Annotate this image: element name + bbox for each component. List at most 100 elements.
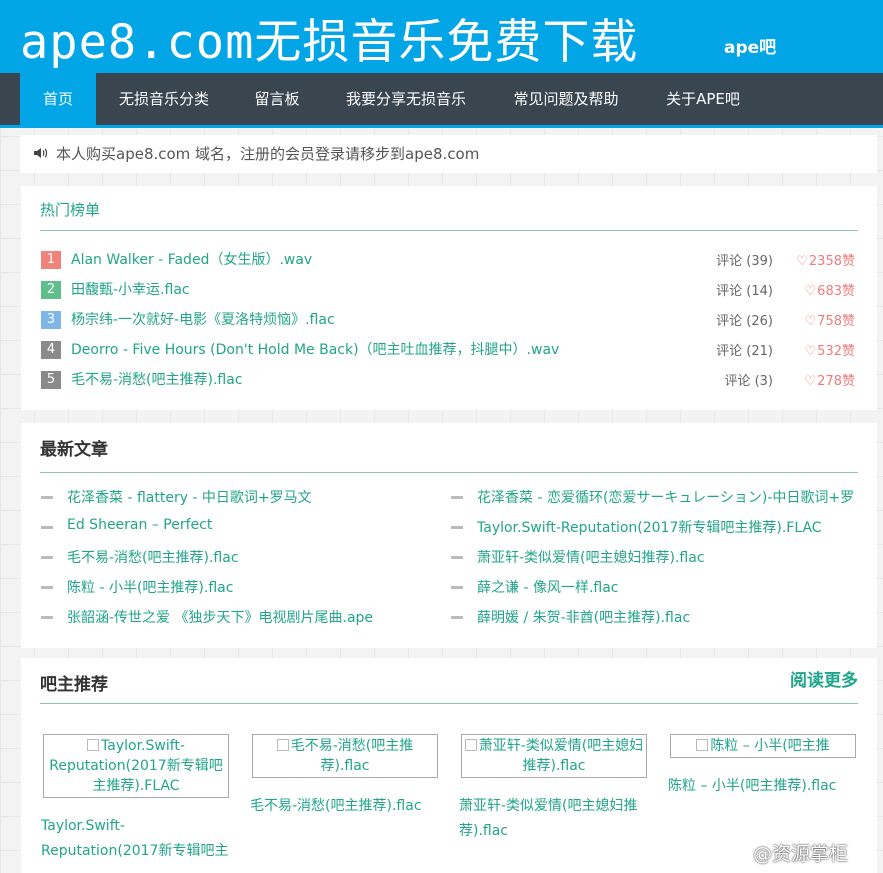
like-button[interactable]: ♡758赞 (805, 310, 855, 329)
rank-badge: 4 (41, 341, 61, 359)
hot-item-link[interactable]: 杨宗纬-一次就好-电影《夏洛特烦恼》.flac (71, 309, 335, 329)
weibo-icon (724, 845, 747, 862)
broken-image-icon (464, 739, 477, 751)
article-link[interactable]: 薛之谦 - 像风一样.flac (477, 577, 857, 597)
panel-header: 最新文章 (40, 423, 858, 473)
comment-count-link[interactable]: 评论 (39) (716, 250, 773, 269)
dash-icon (41, 526, 53, 529)
heart-icon: ♡ (804, 344, 817, 359)
dash-icon (41, 586, 53, 589)
latest-articles-panel: 最新文章 花泽香菜 - flattery - 中日歌词+罗马文 Ed Sheera… (21, 423, 877, 648)
nav-item-home[interactable]: 首页 (20, 73, 96, 125)
main-nav: 首页 无损音乐分类 留言板 我要分享无损音乐 常见问题及帮助 关于APE吧 (0, 73, 883, 128)
heart-icon: ♡ (804, 314, 817, 329)
article-item: 陈粒 - 小半(吧主推荐).flac (41, 573, 441, 603)
rank-badge: 1 (41, 251, 61, 269)
hot-list-item: 4 Deorro - Five Hours (Don't Hold Me Back… (41, 336, 855, 366)
image-alt-text: Taylor.Swift-Reputation(2017新专辑吧主推荐).FLA… (49, 738, 223, 794)
like-button[interactable]: ♡532赞 (805, 340, 855, 359)
dash-icon (451, 526, 463, 529)
article-item: Ed Sheeran – Perfect (41, 513, 441, 543)
hot-list-item: 2 田馥甄-小幸运.flac 评论 (14) ♡683赞 (41, 276, 855, 306)
image-alt-text: 陈粒 – 小半(吧主推荐).flac (710, 738, 830, 754)
like-count: 758赞 (817, 314, 855, 329)
image-alt-text: 毛不易-消愁(吧主推荐).flac (290, 738, 414, 774)
comment-count-link[interactable]: 评论 (21) (716, 340, 773, 359)
hot-item-link[interactable]: 田馥甄-小幸运.flac (71, 279, 190, 299)
dash-icon (41, 556, 53, 559)
like-count: 2358赞 (808, 254, 855, 269)
article-link[interactable]: 萧亚轩-类似爱情(吧主媳妇推荐).flac (477, 547, 857, 567)
article-link[interactable]: 陈粒 - 小半(吧主推荐).flac (67, 577, 441, 597)
nav-item-share[interactable]: 我要分享无损音乐 (322, 73, 490, 125)
hot-list-item: 5 毛不易-消愁(吧主推荐).flac 评论 (3) ♡278赞 (41, 366, 855, 396)
hot-list-item: 1 Alan Walker - Faded（女生版）.wav 评论 (39) ♡235… (41, 246, 855, 276)
nav-item-about[interactable]: 关于APE吧 (642, 73, 764, 125)
article-item: 张韶涵-传世之爱 《独步天下》电视剧片尾曲.ape (41, 603, 441, 633)
hot-list-title: 热门榜单 (40, 201, 101, 219)
rank-badge: 3 (41, 311, 61, 329)
like-count: 532赞 (817, 344, 855, 359)
article-link[interactable]: 毛不易-消愁(吧主推荐).flac (67, 547, 441, 567)
dash-icon (451, 616, 463, 619)
rank-badge: 5 (41, 371, 61, 389)
like-button[interactable]: ♡683赞 (805, 280, 855, 299)
dash-icon (451, 496, 463, 499)
hot-list-item: 3 杨宗纬-一次就好-电影《夏洛特烦恼》.flac 评论 (26) ♡758赞 (41, 306, 855, 336)
nav-item-categories[interactable]: 无损音乐分类 (96, 73, 232, 125)
recommend-image[interactable]: 陈粒 – 小半(吧主推荐).flac (670, 734, 856, 758)
dash-icon (451, 586, 463, 589)
site-title[interactable]: ape8.com无损音乐免费下载 (20, 3, 638, 72)
dash-icon (451, 556, 463, 559)
article-link[interactable]: 张韶涵-传世之爱 《独步天下》电视剧片尾曲.ape (67, 607, 441, 627)
comment-count-link[interactable]: 评论 (3) (724, 370, 773, 389)
hot-list-panel: 热门榜单 1 Alan Walker - Faded（女生版）.wav 评论 (39… (21, 186, 877, 410)
heart-icon: ♡ (796, 254, 808, 269)
recommend-image[interactable]: Taylor.Swift-Reputation(2017新专辑吧主推荐).FLA… (43, 734, 229, 798)
panel-header: 吧主推荐 阅读更多 (40, 658, 858, 704)
recommend-caption-link[interactable]: 萧亚轩-类似爱情(吧主媳妇推荐).flac (459, 794, 649, 844)
nav-item-guestbook[interactable]: 留言板 (232, 73, 322, 125)
article-item: 薛之谦 - 像风一样.flac (451, 573, 856, 603)
recommend-image[interactable]: 毛不易-消愁(吧主推荐).flac (252, 734, 438, 778)
article-item: 花泽香菜 - 恋爱循环(恋爱サーキュレーション)-中日歌词+罗 (451, 483, 856, 513)
recommend-caption-link[interactable]: 陈粒 – 小半(吧主推荐).flac (668, 774, 858, 799)
nav-item-faq[interactable]: 常见问题及帮助 (490, 73, 642, 125)
article-link[interactable]: 花泽香菜 - flattery - 中日歌词+罗马文 (67, 487, 441, 507)
watermark-text: @资源掌柜 (753, 843, 849, 865)
dash-icon (41, 496, 53, 499)
article-item: 花泽香菜 - flattery - 中日歌词+罗马文 (41, 483, 441, 513)
like-button[interactable]: ♡278赞 (805, 370, 855, 389)
article-item: 萧亚轩-类似爱情(吧主媳妇推荐).flac (451, 543, 856, 573)
hot-item-link[interactable]: Alan Walker - Faded（女生版）.wav (71, 249, 312, 269)
watermark: @资源掌柜 (723, 839, 848, 866)
hot-item-link[interactable]: 毛不易-消愁(吧主推荐).flac (71, 369, 243, 389)
article-link[interactable]: 薛明媛 / 朱贺-非酋(吧主推荐).flac (477, 607, 857, 627)
broken-image-icon (276, 739, 289, 751)
read-more-link[interactable]: 阅读更多 (790, 666, 858, 691)
dash-icon (41, 616, 53, 619)
heart-icon: ♡ (804, 284, 817, 299)
article-link[interactable]: Ed Sheeran – Perfect (67, 517, 441, 533)
recommend-caption-link[interactable]: Taylor.Swift-Reputation(2017新专辑吧主 (41, 814, 231, 864)
like-button[interactable]: ♡2358赞 (796, 250, 855, 269)
recommend-image[interactable]: 萧亚轩-类似爱情(吧主媳妇推荐).flac (461, 734, 647, 778)
recommend-caption-link[interactable]: 毛不易-消愁(吧主推荐).flac (250, 794, 440, 819)
notice-text: 本人购买ape8.com 域名，注册的会员登录请移步到ape8.com (56, 145, 480, 163)
heart-icon: ♡ (804, 374, 817, 389)
broken-image-icon (87, 739, 100, 751)
hot-item-link[interactable]: Deorro - Five Hours (Don't Hold Me Back)… (71, 339, 559, 359)
panel-header: 热门榜单 (40, 186, 858, 231)
like-count: 683赞 (817, 284, 855, 299)
article-item: 薛明媛 / 朱贺-非酋(吧主推荐).flac (451, 603, 856, 633)
latest-articles-title: 最新文章 (40, 440, 108, 460)
site-subtitle: ape吧 (724, 38, 777, 58)
comment-count-link[interactable]: 评论 (14) (716, 280, 773, 299)
comment-count-link[interactable]: 评论 (26) (716, 310, 773, 329)
image-alt-text: 萧亚轩-类似爱情(吧主媳妇推荐).flac (478, 738, 644, 774)
speaker-icon (34, 148, 48, 158)
rank-badge: 2 (41, 281, 61, 299)
article-link[interactable]: Taylor.Swift-Reputation(2017新专辑吧主推荐).FLA… (477, 517, 857, 537)
article-link[interactable]: 花泽香菜 - 恋爱循环(恋爱サーキュレーション)-中日歌词+罗 (477, 487, 857, 507)
site-header: ape8.com无损音乐免费下载 ape吧 (0, 0, 883, 73)
